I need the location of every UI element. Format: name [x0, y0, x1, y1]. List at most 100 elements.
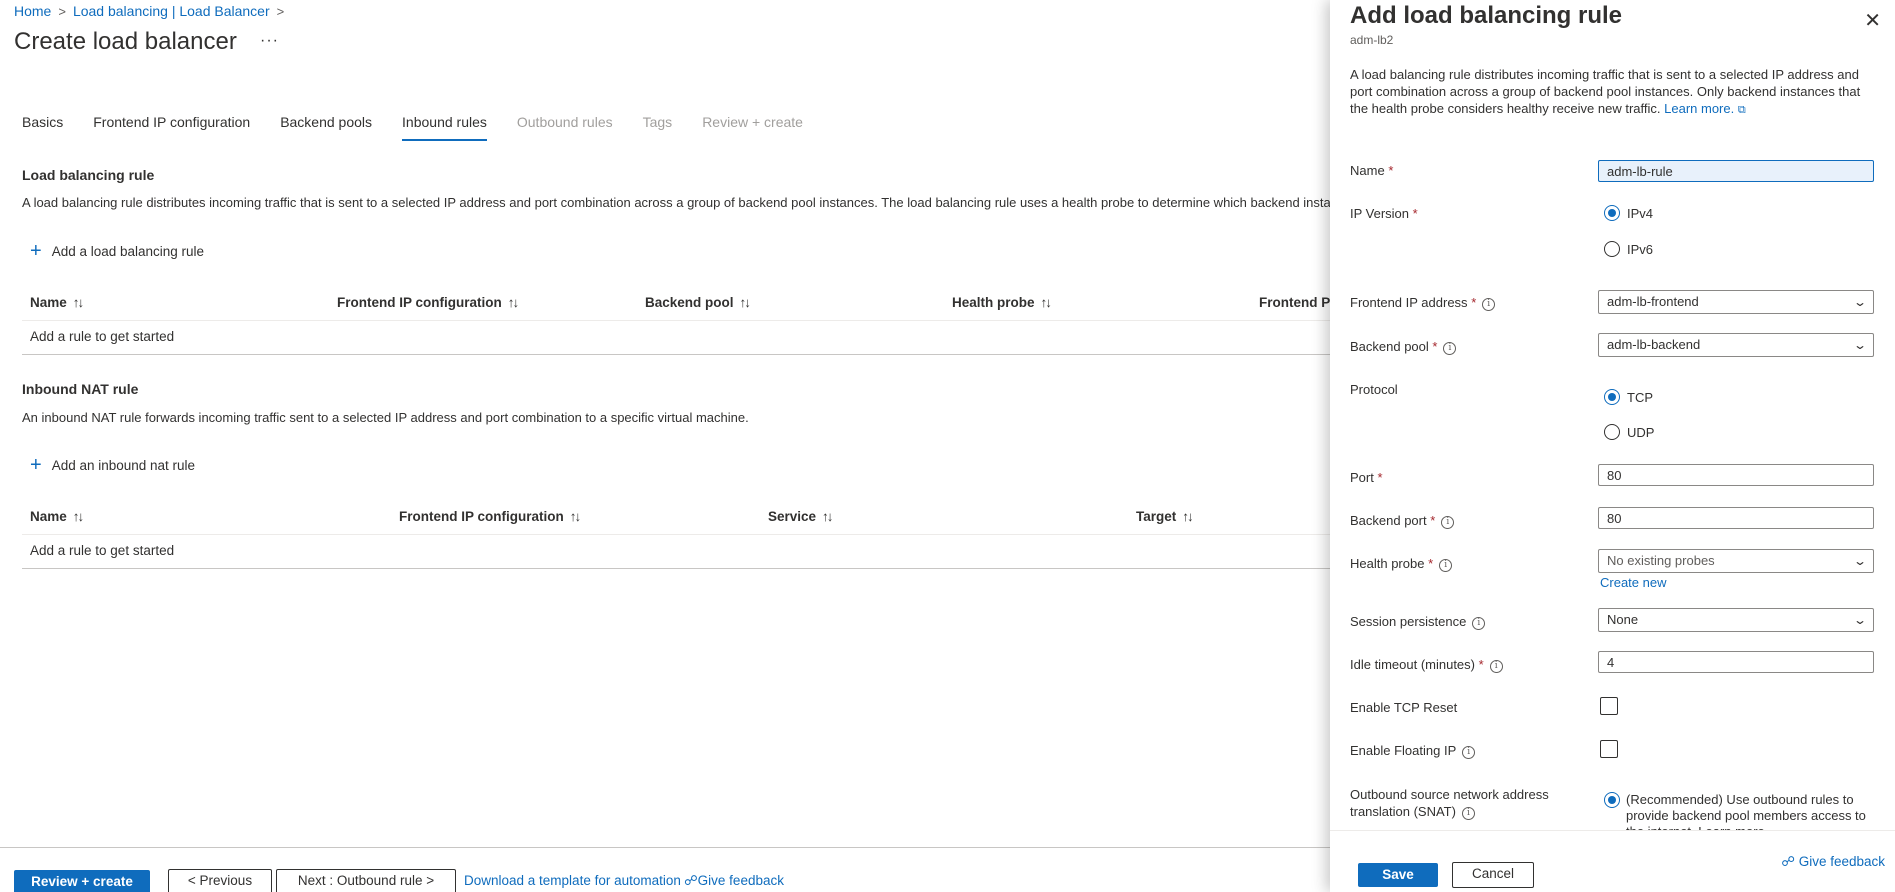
radio-unchecked-icon [1604, 424, 1620, 440]
more-options-icon[interactable]: ··· [260, 32, 279, 50]
lb-rule-empty-row: Add a rule to get started [22, 320, 1342, 355]
tab-basics[interactable]: Basics [22, 114, 63, 141]
column-header-health-probe[interactable]: Health probe ↑↓ [952, 295, 1052, 310]
sort-icon[interactable]: ↑↓ [508, 295, 519, 310]
empty-state-text: Add a rule to get started [30, 543, 175, 558]
column-header-frontend-port[interactable]: Frontend Po [1259, 295, 1339, 310]
name-label: Name * [1350, 163, 1394, 178]
column-header-name[interactable]: Name ↑↓ [30, 295, 84, 310]
tcp-radio[interactable]: TCP [1604, 389, 1653, 405]
udp-radio[interactable]: UDP [1604, 424, 1654, 440]
nat-rule-grid-header: Name ↑↓ Frontend IP configuration ↑↓ Servi… [22, 500, 1342, 535]
cancel-button[interactable]: Cancel [1452, 862, 1534, 888]
backend-port-input[interactable] [1598, 507, 1874, 529]
next-button[interactable]: Next : Outbound rule > [276, 869, 456, 892]
sort-icon[interactable]: ↑↓ [1182, 509, 1193, 524]
tab-inbound-rules[interactable]: Inbound rules [402, 114, 487, 141]
health-probe-dropdown[interactable]: No existing probes ⌄ [1598, 549, 1874, 573]
page-title: Create load balancer [14, 28, 237, 55]
info-icon[interactable]: i [1439, 559, 1453, 572]
breadcrumb-home[interactable]: Home [14, 3, 51, 19]
name-input[interactable] [1598, 160, 1874, 182]
port-label: Port * [1350, 470, 1383, 485]
feedback-icon: ☍ [684, 873, 698, 888]
tab-backend-pools[interactable]: Backend pools [280, 114, 372, 141]
nat-rule-description: An inbound NAT rule forwards incoming tr… [22, 410, 749, 425]
download-template-link[interactable]: Download a template for automation [464, 873, 681, 888]
floating-ip-checkbox[interactable] [1600, 740, 1618, 758]
backend-pool-dropdown[interactable]: adm-lb-backend ⌄ [1598, 333, 1874, 357]
column-header-name[interactable]: Name ↑↓ [30, 509, 84, 524]
snat-recommended-radio[interactable] [1604, 792, 1627, 808]
sort-icon[interactable]: ↑↓ [73, 295, 84, 310]
chevron-down-icon: ⌄ [1852, 554, 1868, 568]
give-feedback-link[interactable]: ☍Give feedback [684, 873, 784, 889]
info-icon[interactable]: i [1482, 298, 1496, 311]
radio-unchecked-icon [1604, 241, 1620, 257]
frontend-ip-label: Frontend IP address * i [1350, 295, 1496, 311]
review-create-button[interactable]: Review + create [14, 870, 150, 892]
create-new-probe-link[interactable]: Create new [1600, 575, 1666, 590]
lb-rule-section-title: Load balancing rule [22, 167, 155, 183]
ipv4-radio[interactable]: IPv4 [1604, 205, 1653, 221]
radio-checked-icon [1604, 792, 1620, 808]
info-icon[interactable]: i [1443, 342, 1457, 355]
sort-icon[interactable]: ↑↓ [822, 509, 833, 524]
column-header-frontend-ip[interactable]: Frontend IP configuration ↑↓ [399, 509, 581, 524]
wizard-footer: Review + create < Previous Next : Outbou… [0, 847, 1330, 892]
add-lb-rule-panel: Add load balancing rule adm-lb2 ✕ A load… [1330, 0, 1895, 892]
column-header-target[interactable]: Target ↑↓ [1136, 509, 1194, 524]
sort-icon[interactable]: ↑↓ [740, 295, 751, 310]
empty-state-text: Add a rule to get started [30, 329, 175, 344]
save-button[interactable]: Save [1358, 863, 1438, 887]
add-nat-rule-button[interactable]: + Add an inbound nat rule [30, 455, 195, 475]
azure-portal-window: Home > Load balancing | Load Balancer > Cre… [0, 0, 1895, 892]
panel-give-feedback-link[interactable]: ☍ Give feedback [1781, 854, 1885, 870]
tab-frontend-ip-configuration[interactable]: Frontend IP configuration [93, 114, 250, 141]
info-icon[interactable]: i [1462, 746, 1476, 759]
plus-icon: + [30, 240, 42, 262]
info-icon[interactable]: i [1489, 660, 1503, 673]
tcp-reset-checkbox[interactable] [1600, 697, 1618, 715]
close-icon[interactable]: ✕ [1864, 8, 1881, 33]
previous-button[interactable]: < Previous [168, 869, 272, 892]
add-nat-rule-label: Add an inbound nat rule [51, 457, 196, 473]
radio-checked-icon [1604, 389, 1620, 405]
lb-rule-grid-header: Name ↑↓ Frontend IP configuration ↑↓ Backe… [22, 286, 1342, 321]
feedback-icon: ☍ [1781, 854, 1795, 869]
add-lb-rule-button[interactable]: + Add a load balancing rule [30, 241, 204, 261]
sort-icon[interactable]: ↑↓ [1041, 295, 1052, 310]
info-icon[interactable]: i [1441, 516, 1455, 529]
tab-tags: Tags [642, 114, 673, 130]
wizard-tabs: Basics Frontend IP configuration Backend… [22, 114, 833, 141]
breadcrumb-separator-icon: > [58, 4, 66, 19]
ipv6-radio[interactable]: IPv6 [1604, 241, 1653, 257]
frontend-ip-dropdown[interactable]: adm-lb-frontend ⌄ [1598, 290, 1874, 314]
learn-more-link[interactable]: Learn more. [1664, 101, 1734, 116]
breadcrumb-separator-icon: > [276, 4, 285, 19]
plus-icon: + [30, 454, 42, 476]
column-header-service[interactable]: Service ↑↓ [768, 509, 833, 524]
info-icon[interactable]: i [1472, 617, 1486, 630]
breadcrumb: Home > Load balancing | Load Balancer > [14, 3, 291, 19]
chevron-down-icon: ⌄ [1852, 295, 1868, 309]
column-header-backend-pool[interactable]: Backend pool ↑↓ [645, 295, 751, 310]
column-header-frontend-ip[interactable]: Frontend IP configuration ↑↓ [337, 295, 519, 310]
idle-timeout-input[interactable] [1598, 651, 1874, 673]
info-icon[interactable]: i [1461, 807, 1475, 820]
radio-checked-icon [1604, 205, 1620, 221]
port-input[interactable] [1598, 464, 1874, 486]
tcp-reset-label: Enable TCP Reset [1350, 700, 1458, 715]
sort-icon[interactable]: ↑↓ [73, 509, 84, 524]
session-persistence-dropdown[interactable]: None ⌄ [1598, 608, 1874, 632]
idle-timeout-label: Idle timeout (minutes) * i [1350, 657, 1503, 673]
external-link-icon: ⧉ [1737, 104, 1746, 116]
lb-rule-description: A load balancing rule distributes incomi… [22, 195, 1331, 210]
nat-rule-empty-row: Add a rule to get started [22, 534, 1342, 569]
sort-icon[interactable]: ↑↓ [570, 509, 581, 524]
session-persistence-label: Session persistence i [1350, 614, 1486, 630]
breadcrumb-load-balancing[interactable]: Load balancing | Load Balancer [73, 3, 270, 19]
floating-ip-label: Enable Floating IP i [1350, 743, 1476, 759]
panel-title: Add load balancing rule [1350, 2, 1623, 29]
tab-review-create: Review + create [702, 114, 803, 130]
